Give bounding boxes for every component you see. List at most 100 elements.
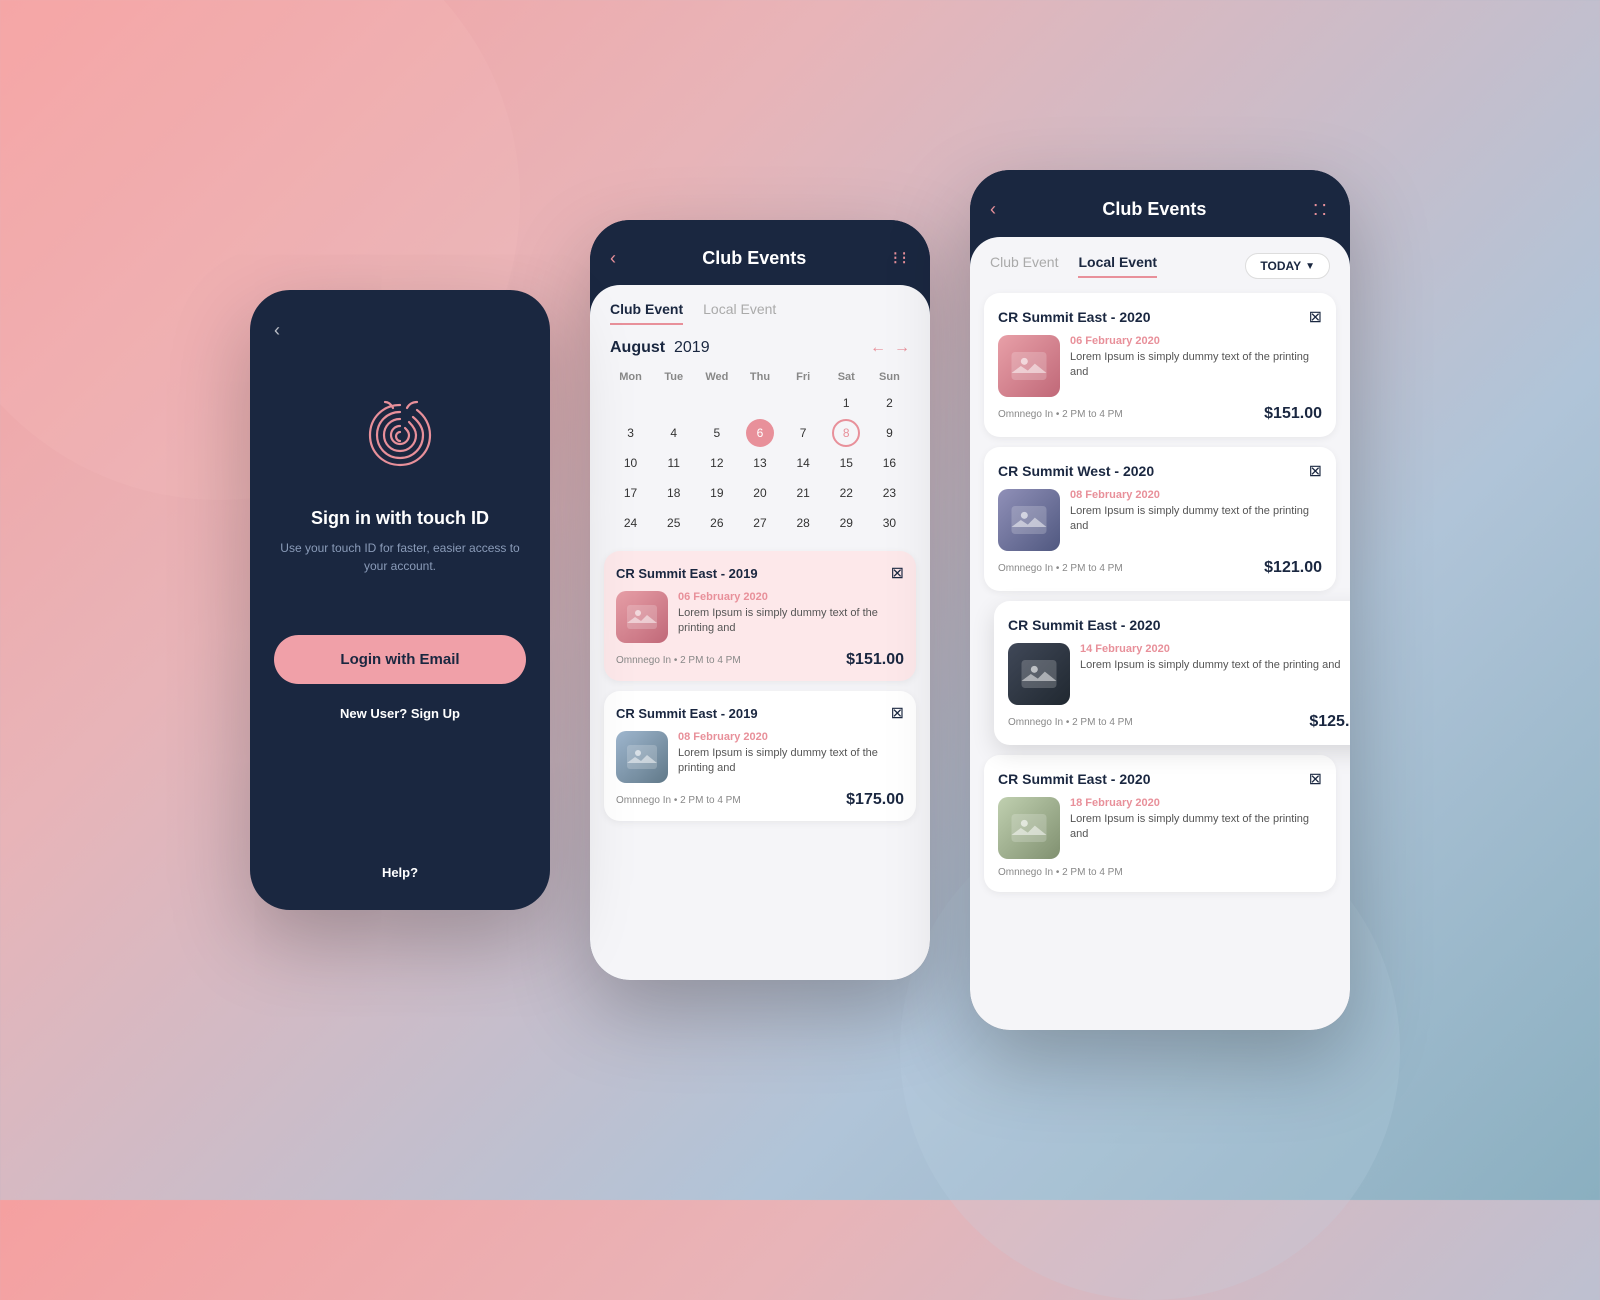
phone2-title: Club Events xyxy=(702,248,806,269)
new-user-link[interactable]: New User? Sign Up xyxy=(340,706,460,721)
next-month-icon[interactable]: → xyxy=(894,339,910,357)
cal-day-18[interactable]: 18 xyxy=(660,479,688,507)
cal-day-29[interactable]: 29 xyxy=(832,509,860,537)
calendar-nav[interactable]: ← → xyxy=(870,339,910,357)
phone3-event-1-details: 06 February 2020 Lorem Ipsum is simply d… xyxy=(1070,335,1322,381)
phone3-event-4-meta: Omnnego In • 2 PM to 4 PM xyxy=(998,867,1123,878)
cal-day-4[interactable]: 4 xyxy=(660,419,688,447)
cal-day-23[interactable]: 23 xyxy=(875,479,903,507)
cal-day-15[interactable]: 15 xyxy=(832,449,860,477)
phone3-event-1-date: 06 February 2020 xyxy=(1070,335,1322,347)
day-header-wed: Wed xyxy=(696,367,737,387)
screens-container: ‹ Sign in with touch ID Use your touch I… xyxy=(250,170,1350,1030)
cal-day-16[interactable]: 16 xyxy=(875,449,903,477)
prev-month-icon[interactable]: ← xyxy=(870,339,886,357)
sign-in-subtitle: Use your touch ID for faster, easier acc… xyxy=(274,539,526,575)
cal-day-12[interactable]: 12 xyxy=(703,449,731,477)
phone3-tabs-row: Club Event Local Event TODAY ▼ xyxy=(970,237,1350,283)
phone3-event-4-details: 18 February 2020 Lorem Ipsum is simply d… xyxy=(1070,797,1322,843)
event-2-image xyxy=(616,731,668,783)
phone3-bookmark-icon-4[interactable]: ⊠ xyxy=(1309,769,1322,789)
cal-day-6[interactable]: 6 xyxy=(746,419,774,447)
tab-local-event-2[interactable]: Local Event xyxy=(703,301,776,325)
phone3-event-card-4: CR Summit East - 2020 ⊠ 18 February 2020… xyxy=(984,755,1336,892)
phone3-event-2-desc: Lorem Ipsum is simply dummy text of the … xyxy=(1070,504,1322,535)
cal-day-3[interactable]: 3 xyxy=(617,419,645,447)
cal-day-8[interactable]: 8 xyxy=(832,419,860,447)
cal-day-11[interactable]: 11 xyxy=(660,449,688,477)
cal-day-1[interactable]: 1 xyxy=(832,389,860,417)
phone3-event-3-price: $125.00 xyxy=(1309,713,1350,731)
cal-day-25[interactable]: 25 xyxy=(660,509,688,537)
help-link[interactable]: Help? xyxy=(382,865,418,880)
cal-day-28[interactable]: 28 xyxy=(789,509,817,537)
tab-club-event-3[interactable]: Club Event xyxy=(990,254,1058,278)
phone2-body: Club Event Local Event August 2019 ← → M… xyxy=(590,285,930,980)
event-2-date: 08 February 2020 xyxy=(678,731,904,743)
phone-local-events: ‹ Club Events :: Club Event Local Event … xyxy=(970,170,1350,1030)
day-header-tue: Tue xyxy=(653,367,694,387)
cal-day-20[interactable]: 20 xyxy=(746,479,774,507)
cal-day xyxy=(617,389,645,417)
phone3-bookmark-icon-1[interactable]: ⊠ xyxy=(1309,307,1322,327)
phone3-event-3-desc: Lorem Ipsum is simply dummy text of the … xyxy=(1080,658,1350,673)
phone3-event-card-2: CR Summit West - 2020 ⊠ 08 February 2020… xyxy=(984,447,1336,591)
cal-day-17[interactable]: 17 xyxy=(617,479,645,507)
event-2-meta: Omnnego In • 2 PM to 4 PM xyxy=(616,795,741,806)
cal-day-5[interactable]: 5 xyxy=(703,419,731,447)
event-1-meta: Omnnego In • 2 PM to 4 PM xyxy=(616,655,741,666)
cal-day-26[interactable]: 26 xyxy=(703,509,731,537)
phone3-event-4-date: 18 February 2020 xyxy=(1070,797,1322,809)
event-1-details: 06 February 2020 Lorem Ipsum is simply d… xyxy=(678,591,904,637)
cal-day-9[interactable]: 9 xyxy=(875,419,903,447)
phone3-menu-icon[interactable]: :: xyxy=(1313,198,1330,221)
event-card-2: CR Summit East - 2019 ⊠ 08 February 2020… xyxy=(604,691,916,821)
phone3-events-list: CR Summit East - 2020 ⊠ 06 February 2020… xyxy=(970,283,1350,1030)
fingerprint-icon xyxy=(355,390,445,480)
phone3-event-4-image xyxy=(998,797,1060,859)
phone3-event-3-date: 14 February 2020 xyxy=(1080,643,1350,655)
phone3-body: Club Event Local Event TODAY ▼ CR Summit… xyxy=(970,237,1350,1030)
phone-calendar: ‹ Club Events ⁝⁝ Club Event Local Event … xyxy=(590,220,930,980)
calendar: August 2019 ← → Mon Tue Wed Thu Fri Sat … xyxy=(590,329,930,543)
phone3-event-1-title: CR Summit East - 2020 xyxy=(998,309,1151,325)
cal-day-10[interactable]: 10 xyxy=(617,449,645,477)
cal-day xyxy=(703,389,731,417)
phone3-event-2-price: $121.00 xyxy=(1264,559,1322,577)
phone3-event-1-price: $151.00 xyxy=(1264,405,1322,423)
cal-day-19[interactable]: 19 xyxy=(703,479,731,507)
phone3-event-1-meta: Omnnego In • 2 PM to 4 PM xyxy=(998,409,1123,420)
event-1-image xyxy=(616,591,668,643)
cal-day-13[interactable]: 13 xyxy=(746,449,774,477)
phone3-event-1-image xyxy=(998,335,1060,397)
sign-in-title: Sign in with touch ID xyxy=(311,508,489,529)
phone3-event-3-meta: Omnnego In • 2 PM to 4 PM xyxy=(1008,717,1133,728)
cal-day-22[interactable]: 22 xyxy=(832,479,860,507)
cal-day-27[interactable]: 27 xyxy=(746,509,774,537)
today-button[interactable]: TODAY ▼ xyxy=(1245,253,1330,279)
tab-club-event-2[interactable]: Club Event xyxy=(610,301,683,325)
phone3-event-2-title: CR Summit West - 2020 xyxy=(998,463,1154,479)
tab-local-event-3[interactable]: Local Event xyxy=(1078,254,1157,278)
cal-day-7[interactable]: 7 xyxy=(789,419,817,447)
cal-day-21[interactable]: 21 xyxy=(789,479,817,507)
phone3-tabs: Club Event Local Event xyxy=(990,254,1157,278)
event-2-details: 08 February 2020 Lorem Ipsum is simply d… xyxy=(678,731,904,777)
bookmark-icon-1[interactable]: ⊠ xyxy=(891,563,904,583)
phone3-back-icon[interactable]: ‹ xyxy=(990,199,996,220)
cal-day-24[interactable]: 24 xyxy=(617,509,645,537)
back-arrow-icon[interactable]: ‹ xyxy=(274,320,280,341)
cal-day-2[interactable]: 2 xyxy=(875,389,903,417)
cal-day-14[interactable]: 14 xyxy=(789,449,817,477)
calendar-grid: Mon Tue Wed Thu Fri Sat Sun 1 2 3 xyxy=(610,367,910,537)
cal-day xyxy=(746,389,774,417)
phone2-header: ‹ Club Events ⁝⁝ xyxy=(590,220,930,285)
phone2-back-icon[interactable]: ‹ xyxy=(610,248,616,269)
event-2-price: $175.00 xyxy=(846,791,904,809)
bookmark-icon-2[interactable]: ⊠ xyxy=(891,703,904,723)
cal-day-30[interactable]: 30 xyxy=(875,509,903,537)
login-email-button[interactable]: Login with Email xyxy=(274,635,526,684)
event-1-price: $151.00 xyxy=(846,651,904,669)
phone3-bookmark-icon-2[interactable]: ⊠ xyxy=(1309,461,1322,481)
phone2-menu-icon[interactable]: ⁝⁝ xyxy=(893,248,910,269)
